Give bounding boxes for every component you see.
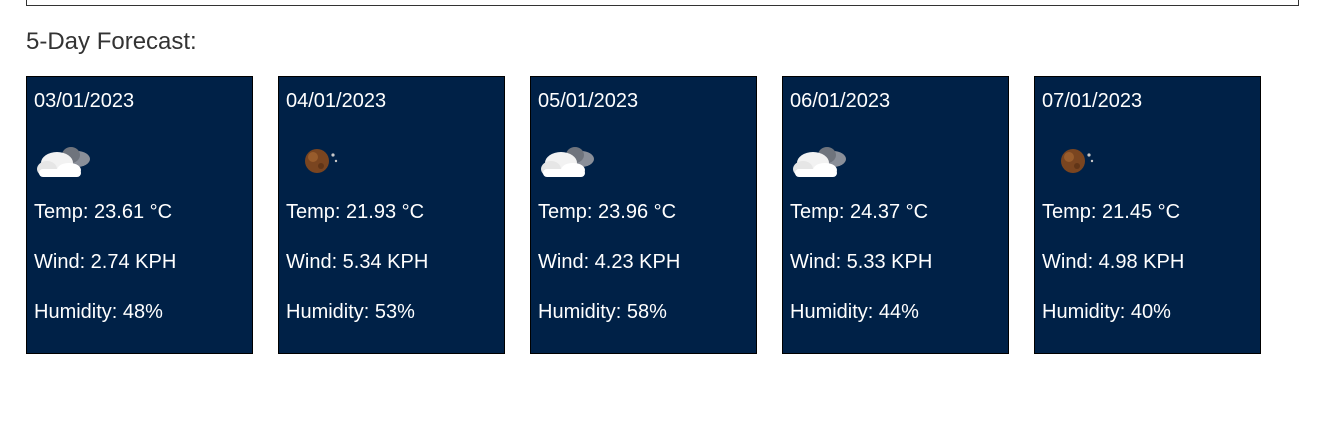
- forecast-card: 04/01/2023 Temp: 21.93 °C Wind: 5.34 KPH…: [278, 76, 505, 354]
- forecast-wind: Wind: 4.23 KPH: [538, 251, 681, 273]
- forecast-temp: Temp: 21.45 °C: [1042, 201, 1181, 223]
- cloud-night-icon: [541, 147, 594, 177]
- forecast-temp: Temp: 21.93 °C: [286, 201, 425, 223]
- forecast-card: 07/01/2023 Temp: 21.45 °C Wind: 4.98 KPH…: [1034, 76, 1261, 354]
- moon-icon: [1061, 149, 1094, 173]
- forecast-date: 05/01/2023: [538, 90, 639, 112]
- forecast-date: 07/01/2023: [1042, 90, 1143, 112]
- forecast-date: 03/01/2023: [34, 90, 135, 112]
- forecast-wind: Wind: 4.98 KPH: [1042, 251, 1185, 273]
- forecast-card: 06/01/2023 Temp: 24.37 °C Wind: 5.33 KPH…: [782, 76, 1009, 354]
- forecast-humidity: Humidity: 44%: [790, 301, 919, 323]
- forecast-temp: Temp: 23.61 °C: [34, 201, 173, 223]
- moon-icon: [305, 149, 338, 173]
- forecast-wind: Wind: 2.74 KPH: [34, 251, 177, 273]
- forecast-cards: 03/01/2023 Temp: 23.61 °C Wind: 2.74 KPH…: [26, 76, 1261, 354]
- forecast-temp: Temp: 23.96 °C: [538, 201, 677, 223]
- forecast-card: 05/01/2023 Temp: 23.96 °C Wind: 4.23 KPH…: [530, 76, 757, 354]
- forecast-humidity: Humidity: 40%: [1042, 301, 1171, 323]
- forecast-wind: Wind: 5.34 KPH: [286, 251, 429, 273]
- search-results-box: [26, 0, 1299, 6]
- forecast-date: 06/01/2023: [790, 90, 891, 112]
- forecast-temp: Temp: 24.37 °C: [790, 201, 929, 223]
- forecast-wind: Wind: 5.33 KPH: [790, 251, 933, 273]
- forecast-title: 5-Day Forecast:: [26, 28, 197, 55]
- forecast-date: 04/01/2023: [286, 90, 387, 112]
- cloud-night-icon: [37, 147, 90, 177]
- forecast-card: 03/01/2023 Temp: 23.61 °C Wind: 2.74 KPH…: [26, 76, 253, 354]
- forecast-humidity: Humidity: 58%: [538, 301, 667, 323]
- forecast-humidity: Humidity: 48%: [34, 301, 163, 323]
- forecast-humidity: Humidity: 53%: [286, 301, 415, 323]
- cloud-night-icon: [793, 147, 846, 177]
